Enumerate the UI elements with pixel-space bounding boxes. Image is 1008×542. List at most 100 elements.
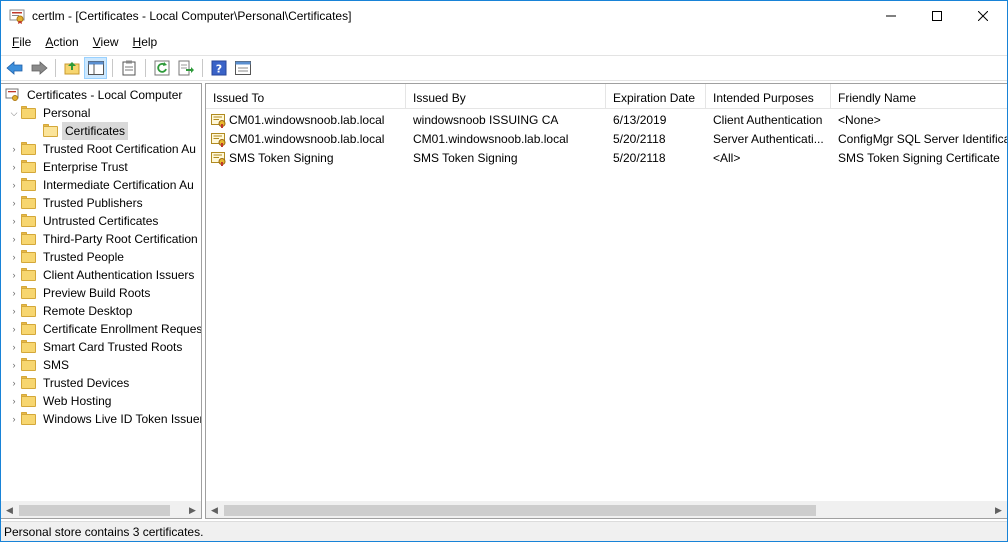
svg-text:?: ?	[215, 63, 221, 76]
expand-chevron-icon[interactable]: ›	[7, 320, 21, 338]
tree-horizontal-scrollbar[interactable]: ◀ ▶	[1, 501, 201, 518]
expand-chevron-icon[interactable]: ›	[7, 338, 21, 356]
tree-item-label: Trusted Publishers	[43, 196, 143, 210]
tree-pane[interactable]: Certificates - Local Computer ⌵ Personal…	[1, 83, 202, 519]
expand-chevron-icon[interactable]: ›	[7, 176, 21, 194]
console-view-button[interactable]	[231, 57, 254, 79]
expand-chevron-icon[interactable]: ›	[7, 392, 21, 410]
menu-action[interactable]: Action	[38, 32, 85, 53]
tree-item-personal[interactable]: ⌵ Personal	[7, 104, 93, 122]
tree-item-store[interactable]: › Trusted People	[7, 248, 127, 266]
scrollbar-thumb[interactable]	[224, 505, 816, 516]
properties-button[interactable]	[117, 57, 140, 79]
expand-chevron-icon[interactable]: ›	[7, 302, 21, 320]
expand-chevron-icon[interactable]: ›	[7, 230, 21, 248]
tree-item-label: Intermediate Certification Au	[43, 178, 194, 192]
menu-help[interactable]: Help	[126, 32, 165, 53]
expand-chevron-icon[interactable]: ›	[7, 194, 21, 212]
tree-item-label: Smart Card Trusted Roots	[43, 340, 183, 354]
tree-item-store[interactable]: › Trusted Publishers	[7, 194, 146, 212]
expand-chevron-icon[interactable]: ›	[7, 374, 21, 392]
table-row[interactable]: CM01.windowsnoob.lab.local CM01.windowsno…	[206, 130, 1007, 149]
tree-item-label: Personal	[43, 106, 91, 120]
folder-icon	[21, 340, 37, 354]
certificate-icon	[211, 113, 226, 128]
tree-item-store[interactable]: › Certificate Enrollment Reques	[7, 320, 202, 338]
folder-open-icon	[43, 124, 59, 138]
tree-item-certificates[interactable]: Certificates	[43, 122, 129, 140]
tree-item-store[interactable]: › Untrusted Certificates	[7, 212, 161, 230]
column-header-intended-purposes[interactable]: Intended Purposes	[706, 84, 831, 109]
column-header-label: Expiration Date	[613, 91, 696, 105]
certificates-snapin-icon	[5, 88, 19, 101]
menu-view-accel: V	[92, 35, 101, 49]
export-list-button[interactable]	[174, 57, 197, 79]
minimize-button[interactable]	[868, 1, 914, 31]
tree-root-certificates-local-computer[interactable]: Certificates - Local Computer	[5, 86, 185, 104]
expand-chevron-icon[interactable]: ›	[7, 248, 21, 266]
column-header-friendly-name[interactable]: Friendly Name	[831, 84, 1007, 109]
cell-expiration-date: 6/13/2019	[613, 113, 667, 127]
expand-chevron-icon[interactable]: ›	[7, 284, 21, 302]
tree-item-store[interactable]: › Windows Live ID Token Issuer	[7, 410, 201, 428]
menu-view[interactable]: View	[86, 32, 126, 53]
help-button[interactable]: ?	[207, 57, 230, 79]
forward-button[interactable]	[27, 57, 50, 79]
tree-item-store[interactable]: › Preview Build Roots	[7, 284, 153, 302]
expand-chevron-icon[interactable]: ›	[7, 212, 21, 230]
table-row[interactable]: CM01.windowsnoob.lab.local windowsnoob IS…	[206, 111, 1007, 130]
folder-icon	[21, 322, 37, 336]
column-header-issued-by[interactable]: Issued By	[406, 84, 606, 109]
tree-item-label: Certificate Enrollment Reques	[43, 322, 202, 336]
sort-ascending-icon: ^	[303, 84, 308, 89]
table-row[interactable]: SMS Token Signing SMS Token Signing 5/20/2…	[206, 149, 1007, 168]
column-header-expiration-date[interactable]: Expiration Date	[606, 84, 706, 109]
cell-issued-to: SMS Token Signing	[206, 149, 406, 168]
cell-friendly-name: SMS Token Signing Certificate	[838, 151, 1000, 165]
cell-issued-by: windowsnoob ISSUING CA	[413, 113, 559, 127]
scroll-right-icon[interactable]: ▶	[184, 502, 201, 518]
folder-icon	[21, 412, 37, 426]
scroll-left-icon[interactable]: ◀	[1, 502, 18, 518]
tree-item-label: Untrusted Certificates	[43, 214, 159, 228]
tree-item-store[interactable]: › Smart Card Trusted Roots	[7, 338, 185, 356]
tree-item-store[interactable]: › Enterprise Trust	[7, 158, 131, 176]
folder-icon	[21, 250, 37, 264]
scroll-right-icon[interactable]: ▶	[990, 502, 1007, 518]
column-header-issued-to[interactable]: Issued To ^	[206, 84, 406, 109]
tree-item-store[interactable]: › Intermediate Certification Au	[7, 176, 197, 194]
certificate-list-pane[interactable]: Issued To ^ Issued By Expiration Date In…	[205, 83, 1007, 519]
list-horizontal-scrollbar[interactable]: ◀ ▶	[206, 501, 1007, 518]
column-header-label: Issued By	[413, 91, 466, 105]
maximize-button[interactable]	[914, 1, 960, 31]
refresh-button[interactable]	[150, 57, 173, 79]
tree-item-label: Preview Build Roots	[43, 286, 151, 300]
tree-item-store[interactable]: › Web Hosting	[7, 392, 114, 410]
console-icon	[234, 61, 251, 75]
cell-text: CM01.windowsnoob.lab.local	[229, 132, 385, 146]
tree-root-label: Certificates - Local Computer	[27, 88, 183, 102]
expand-chevron-icon[interactable]: ›	[7, 410, 21, 428]
cell-friendly-name: <None>	[838, 113, 881, 127]
back-button[interactable]	[3, 57, 26, 79]
expand-chevron-icon[interactable]: ›	[7, 158, 21, 176]
tree-item-label: Enterprise Trust	[43, 160, 128, 174]
scrollbar-thumb[interactable]	[19, 505, 170, 516]
expand-chevron-icon[interactable]: ›	[7, 266, 21, 284]
collapse-chevron-icon[interactable]: ⌵	[7, 104, 21, 122]
close-button[interactable]	[960, 1, 1006, 31]
status-text: Personal store contains 3 certificates.	[4, 525, 204, 539]
expand-chevron-icon[interactable]: ›	[7, 356, 21, 374]
title-bar[interactable]: certlm - [Certificates - Local Computer\…	[1, 1, 1007, 31]
tree-item-store[interactable]: › Remote Desktop	[7, 302, 135, 320]
tree-item-store[interactable]: › Trusted Devices	[7, 374, 132, 392]
up-one-level-button[interactable]	[60, 57, 83, 79]
tree-item-store[interactable]: › Client Authentication Issuers	[7, 266, 197, 284]
tree-item-store[interactable]: › Trusted Root Certification Au	[7, 140, 199, 158]
show-hide-tree-button[interactable]	[84, 57, 107, 79]
tree-item-store[interactable]: › SMS	[7, 356, 72, 374]
menu-file[interactable]: File	[5, 32, 38, 53]
expand-chevron-icon[interactable]: ›	[7, 140, 21, 158]
tree-item-store[interactable]: › Third-Party Root Certification	[7, 230, 201, 248]
scroll-left-icon[interactable]: ◀	[206, 502, 223, 518]
